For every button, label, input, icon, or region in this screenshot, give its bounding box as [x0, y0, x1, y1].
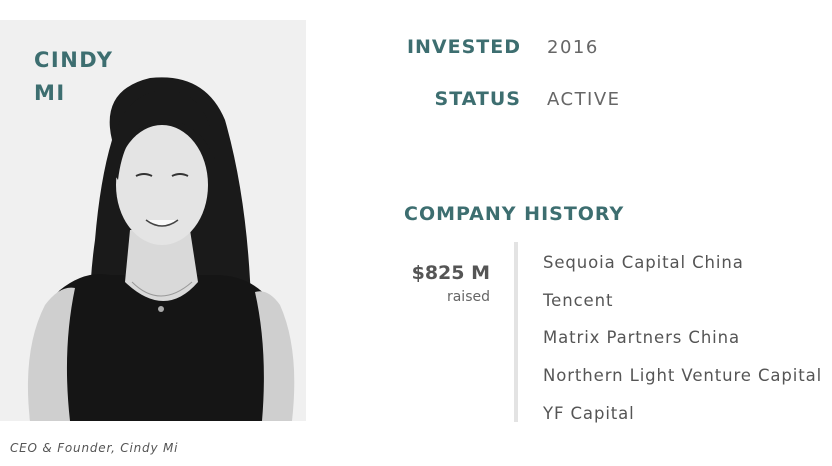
- invested-value: 2016: [547, 37, 599, 58]
- investor-item: Sequoia Capital China: [543, 253, 744, 272]
- person-name-first: CINDY: [34, 48, 114, 72]
- raised-label: raised: [446, 289, 490, 305]
- status-label: STATUS: [434, 88, 521, 110]
- investor-list: Sequoia Capital China Tencent Matrix Par…: [543, 252, 822, 440]
- photo-caption: CEO & Founder, Cindy Mi: [10, 441, 179, 455]
- history-divider: [514, 242, 518, 422]
- raised-amount: $825 M: [411, 262, 490, 284]
- person-name-last: MI: [34, 81, 66, 105]
- investor-item: YF Capital: [543, 403, 635, 423]
- person-name: CINDY MI: [34, 44, 154, 110]
- investor-item: Matrix Partners China: [543, 328, 741, 348]
- invested-label: INVESTED: [406, 36, 521, 58]
- profile-photo-card: CINDY MI: [0, 20, 306, 421]
- status-value: ACTIVE: [547, 89, 621, 110]
- investor-item: Tencent: [543, 290, 614, 310]
- company-history-title: COMPANY HISTORY: [404, 203, 625, 225]
- investor-item: Northern Light Venture Capital: [543, 366, 823, 386]
